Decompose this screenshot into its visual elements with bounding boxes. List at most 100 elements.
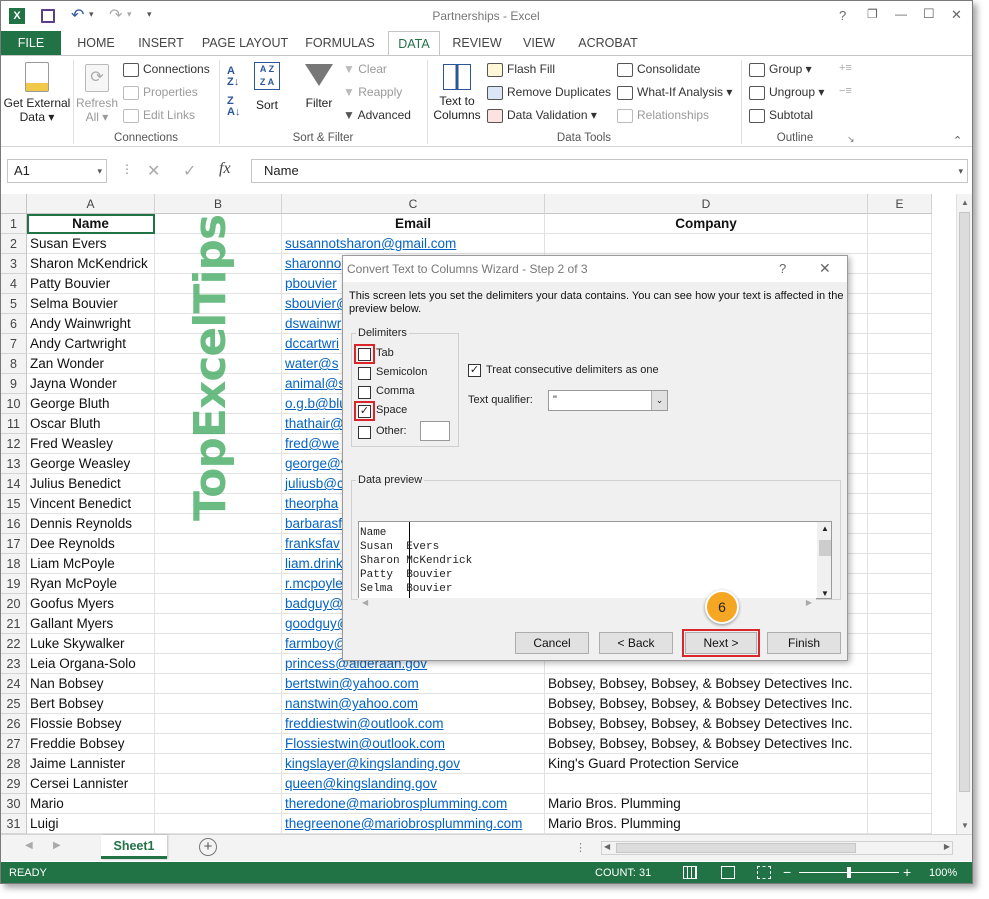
- company-cell[interactable]: [545, 234, 868, 254]
- company-cell[interactable]: Bobsey, Bobsey, Bobsey, & Bobsey Detecti…: [545, 674, 868, 694]
- name-cell[interactable]: Sharon McKendrick: [27, 254, 155, 274]
- zoom-level[interactable]: 100%: [929, 867, 957, 879]
- empty-cell[interactable]: [155, 714, 282, 734]
- name-cell[interactable]: Jaime Lannister: [27, 754, 155, 774]
- formula-bar-options-icon[interactable]: ⋮: [121, 162, 133, 176]
- name-cell[interactable]: Liam McPoyle: [27, 554, 155, 574]
- row-header[interactable]: 18: [1, 554, 27, 574]
- zoom-out-icon[interactable]: −: [783, 864, 791, 880]
- name-cell[interactable]: Jayna Wonder: [27, 374, 155, 394]
- tab-page-layout[interactable]: PAGE LAYOUT: [198, 31, 292, 55]
- name-cell[interactable]: Luke Skywalker: [27, 634, 155, 654]
- treat-consecutive-checkbox[interactable]: ✓: [468, 364, 481, 377]
- name-cell[interactable]: Leia Organa-Solo: [27, 654, 155, 674]
- sort-descending-icon[interactable]: Z A↓: [227, 96, 240, 118]
- empty-cell[interactable]: [155, 534, 282, 554]
- company-cell[interactable]: Bobsey, Bobsey, Bobsey, & Bobsey Detecti…: [545, 734, 868, 754]
- next-sheet-icon[interactable]: ▶: [53, 840, 61, 851]
- company-cell[interactable]: Mario Bros. Plumming: [545, 794, 868, 814]
- name-cell[interactable]: Freddie Bobsey: [27, 734, 155, 754]
- scroll-right-icon[interactable]: ▶: [944, 842, 950, 851]
- empty-cell[interactable]: [868, 214, 932, 234]
- empty-cell[interactable]: [155, 674, 282, 694]
- row-header[interactable]: 4: [1, 274, 27, 294]
- empty-cell[interactable]: [868, 374, 932, 394]
- zoom-in-icon[interactable]: +: [903, 864, 911, 880]
- name-cell[interactable]: Mario: [27, 794, 155, 814]
- group-button[interactable]: Group ▾: [749, 62, 812, 77]
- row-header[interactable]: 27: [1, 734, 27, 754]
- ribbon-display-icon[interactable]: ❐: [867, 7, 878, 21]
- empty-cell[interactable]: [868, 234, 932, 254]
- empty-cell[interactable]: [155, 814, 282, 834]
- other-checkbox[interactable]: [358, 426, 371, 439]
- row-header[interactable]: 12: [1, 434, 27, 454]
- row-header[interactable]: 24: [1, 674, 27, 694]
- consolidate-button[interactable]: Consolidate: [617, 62, 700, 77]
- empty-cell[interactable]: [868, 474, 932, 494]
- preview-scroll-right-icon[interactable]: ▶: [806, 598, 812, 607]
- tab-file[interactable]: FILE: [1, 31, 61, 55]
- name-cell[interactable]: Zan Wonder: [27, 354, 155, 374]
- collapse-ribbon-icon[interactable]: ⌃: [953, 134, 962, 147]
- preview-horizontal-scrollbar[interactable]: ◀ ▶: [358, 598, 816, 612]
- row-header[interactable]: 22: [1, 634, 27, 654]
- name-cell[interactable]: Selma Bouvier: [27, 294, 155, 314]
- connections-button[interactable]: Connections: [123, 62, 210, 77]
- row-header[interactable]: 6: [1, 314, 27, 334]
- row-header[interactable]: 16: [1, 514, 27, 534]
- row-header[interactable]: 10: [1, 394, 27, 414]
- name-cell[interactable]: Dennis Reynolds: [27, 514, 155, 534]
- insert-function-icon[interactable]: fx: [219, 160, 231, 178]
- empty-cell[interactable]: [868, 274, 932, 294]
- maximize-icon[interactable]: ☐: [923, 6, 935, 22]
- undo-icon[interactable]: ↶: [71, 5, 84, 25]
- row-header[interactable]: 29: [1, 774, 27, 794]
- name-cell[interactable]: Oscar Bluth: [27, 414, 155, 434]
- empty-cell[interactable]: [155, 614, 282, 634]
- scroll-down-icon[interactable]: ▼: [961, 821, 969, 830]
- customize-qat-icon[interactable]: ▾: [147, 9, 152, 20]
- empty-cell[interactable]: [868, 454, 932, 474]
- back-button[interactable]: < Back: [599, 632, 673, 654]
- name-cell[interactable]: Ryan McPoyle: [27, 574, 155, 594]
- name-cell[interactable]: Nan Bobsey: [27, 674, 155, 694]
- get-external-data-button[interactable]: Get External Data ▾: [3, 60, 71, 126]
- page-layout-view-icon[interactable]: [721, 866, 735, 879]
- empty-cell[interactable]: [868, 714, 932, 734]
- email-cell[interactable]: kingslayer@kingslanding.gov: [282, 754, 545, 774]
- show-detail-icon[interactable]: +≡: [839, 62, 852, 74]
- empty-cell[interactable]: [155, 694, 282, 714]
- column-header-a[interactable]: A: [27, 194, 155, 214]
- row-header[interactable]: 17: [1, 534, 27, 554]
- tab-insert[interactable]: INSERT: [131, 31, 191, 55]
- company-cell[interactable]: King's Guard Protection Service: [545, 754, 868, 774]
- help-icon[interactable]: ?: [839, 8, 846, 23]
- empty-cell[interactable]: [868, 654, 932, 674]
- relationships-button[interactable]: Relationships: [617, 108, 709, 123]
- zoom-slider[interactable]: [799, 867, 899, 878]
- preview-vertical-scrollbar[interactable]: ▲ ▼: [817, 522, 831, 598]
- empty-cell[interactable]: [155, 634, 282, 654]
- row-header[interactable]: 26: [1, 714, 27, 734]
- empty-cell[interactable]: [155, 654, 282, 674]
- sheet-tab-options-icon[interactable]: ⋮: [575, 841, 586, 854]
- row-header[interactable]: 5: [1, 294, 27, 314]
- tab-formulas[interactable]: FORMULAS: [299, 31, 381, 55]
- expand-formula-bar-icon[interactable]: ▾: [958, 160, 963, 182]
- name-cell[interactable]: George Weasley: [27, 454, 155, 474]
- company-cell[interactable]: [545, 774, 868, 794]
- name-cell[interactable]: Cersei Lannister: [27, 774, 155, 794]
- company-cell[interactable]: Mario Bros. Plumming: [545, 814, 868, 834]
- email-cell[interactable]: susannotsharon@gmail.com: [282, 234, 545, 254]
- tab-data[interactable]: DATA: [388, 31, 440, 56]
- empty-cell[interactable]: [868, 434, 932, 454]
- email-cell[interactable]: freddiestwin@outlook.com: [282, 714, 545, 734]
- row-header[interactable]: 30: [1, 794, 27, 814]
- name-cell[interactable]: Andy Cartwright: [27, 334, 155, 354]
- tab-home[interactable]: HOME: [69, 31, 123, 55]
- name-cell[interactable]: Goofus Myers: [27, 594, 155, 614]
- empty-cell[interactable]: [868, 734, 932, 754]
- remove-duplicates-button[interactable]: Remove Duplicates: [487, 85, 611, 100]
- empty-cell[interactable]: [868, 694, 932, 714]
